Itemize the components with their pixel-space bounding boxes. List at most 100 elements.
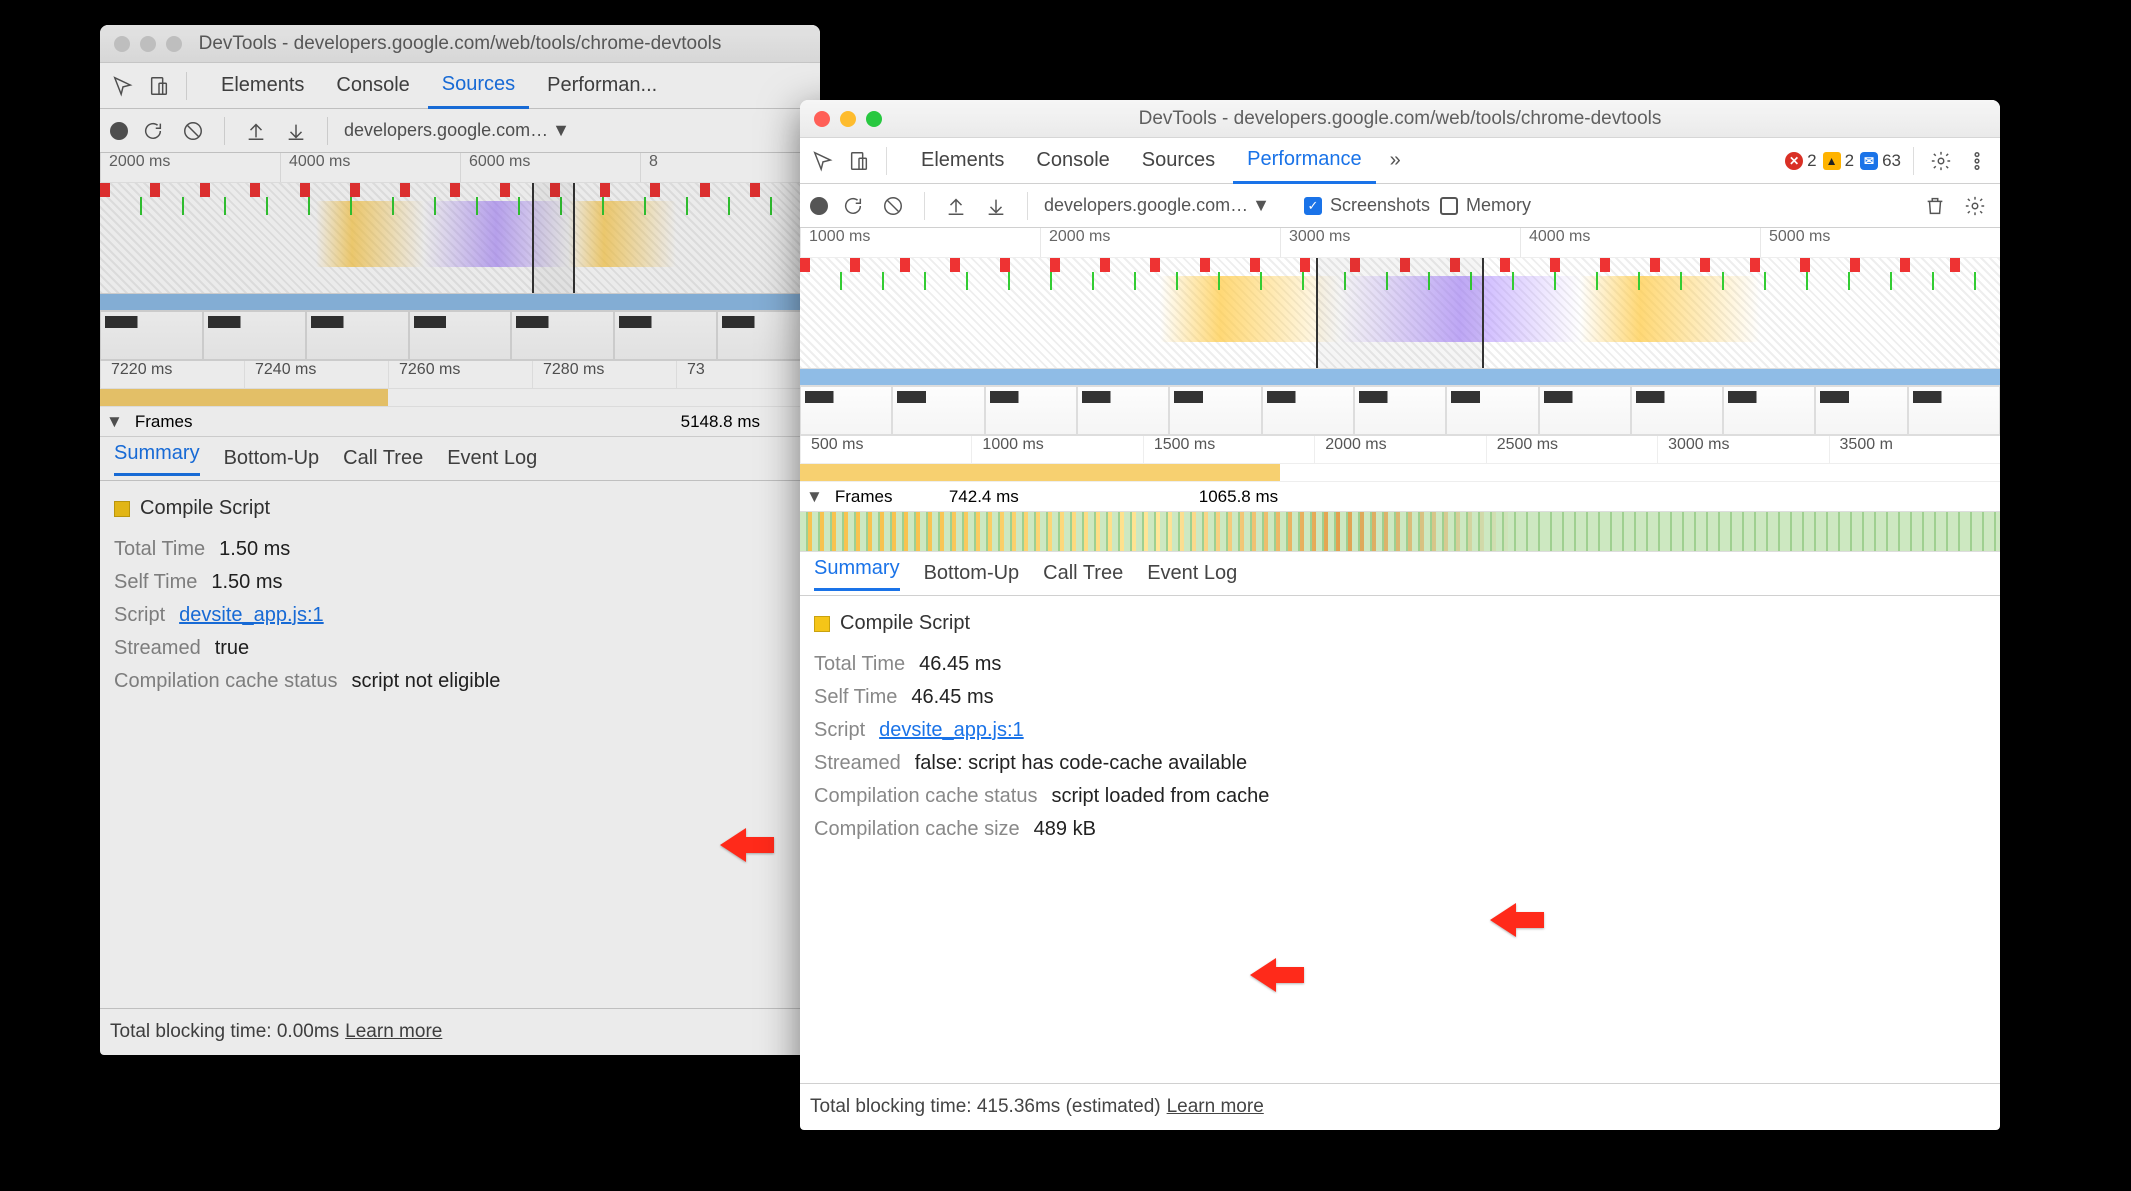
tab-sources[interactable]: Sources [428, 63, 529, 109]
d [1913, 147, 1914, 175]
tab-eventlog[interactable]: Event Log [1147, 562, 1237, 585]
selection-box[interactable] [532, 183, 575, 293]
frames-label: Frames [829, 487, 949, 507]
record-button[interactable] [810, 197, 828, 215]
k-self: Self Time [814, 686, 897, 709]
screenshots-checkbox[interactable]: ✓ Screenshots [1304, 195, 1430, 216]
k-script: Script [814, 719, 865, 742]
trash-icon[interactable] [1920, 191, 1950, 221]
device-mode-icon[interactable] [844, 146, 874, 176]
download-icon[interactable] [981, 191, 1011, 221]
profile-selector[interactable]: developers.google.com… ▼ [1044, 195, 1270, 216]
reload-icon[interactable] [838, 191, 868, 221]
net-track [800, 368, 2000, 386]
tab-calltree[interactable]: Call Tree [343, 447, 423, 470]
tab-console[interactable]: Console [322, 64, 423, 107]
screenshot-strip[interactable] [100, 311, 820, 361]
tab-performance[interactable]: Performance [1233, 138, 1376, 184]
inspect-icon[interactable] [808, 146, 838, 176]
frames-row[interactable]: ▼ Frames 5148.8 ms [100, 407, 820, 437]
device-mode-icon[interactable] [144, 71, 174, 101]
clear-icon[interactable] [178, 116, 208, 146]
tab-eventlog[interactable]: Event Log [447, 447, 537, 470]
tab-performance[interactable]: Performan... [533, 64, 671, 107]
tick: 2000 ms [1040, 228, 1280, 257]
frames-row[interactable]: ▼ Frames 742.4 ms 1065.8 ms [800, 482, 2000, 512]
settings-gear-icon[interactable] [1926, 146, 1956, 176]
memory-label: Memory [1466, 195, 1531, 216]
k-ccsize: Compilation cache size [814, 818, 1020, 841]
screenshot-strip[interactable] [800, 386, 2000, 436]
k-script: Script [114, 604, 165, 627]
download-icon[interactable] [281, 116, 311, 146]
reload-icon[interactable] [138, 116, 168, 146]
tab-bottomup[interactable]: Bottom-Up [924, 562, 1020, 585]
learn-more-link[interactable]: Learn more [1167, 1096, 1264, 1118]
tab-sources[interactable]: Sources [1128, 139, 1229, 182]
tab-elements[interactable]: Elements [207, 64, 318, 107]
warning-count[interactable]: ▲2 [1823, 151, 1854, 171]
v-total: 46.45 ms [919, 653, 1001, 676]
learn-more-link[interactable]: Learn more [345, 1021, 442, 1043]
clear-icon[interactable] [878, 191, 908, 221]
event-name: Compile Script [140, 497, 270, 520]
tab-summary[interactable]: Summary [114, 442, 200, 476]
divider [186, 72, 187, 100]
script-link[interactable]: devsite_app.js:1 [179, 604, 324, 627]
k-streamed: Streamed [814, 752, 901, 775]
devtools-window-back: DevTools - developers.google.com/web/too… [100, 25, 820, 1055]
v-total: 1.50 ms [219, 538, 290, 561]
error-icon: ✕ [1785, 152, 1803, 170]
script-link[interactable]: devsite_app.js:1 [879, 719, 1024, 742]
selection-box[interactable] [1316, 258, 1484, 368]
dropdown-icon: ▼ [1252, 195, 1270, 216]
upload-icon[interactable] [941, 191, 971, 221]
tab-elements[interactable]: Elements [907, 139, 1018, 182]
tab-calltree[interactable]: Call Tree [1043, 562, 1123, 585]
message-icon: ✉ [1860, 152, 1878, 170]
tick: 2500 ms [1486, 436, 1657, 463]
overview-graph[interactable] [100, 183, 820, 293]
titlebar[interactable]: DevTools - developers.google.com/web/too… [800, 100, 2000, 138]
error-count[interactable]: ✕2 [1785, 151, 1816, 171]
message-count[interactable]: ✉63 [1860, 151, 1901, 171]
inspect-icon[interactable] [108, 71, 138, 101]
overview-graph[interactable] [800, 258, 2000, 368]
more-tabs-icon[interactable]: » [1382, 149, 1409, 172]
profile-selector[interactable]: developers.google.com… ▼ [344, 120, 570, 141]
tick: 7280 ms [532, 361, 676, 388]
overview-ruler: 1000 ms 2000 ms 3000 ms 4000 ms 5000 ms [800, 228, 2000, 258]
tick: 7240 ms [244, 361, 388, 388]
flame-main[interactable] [100, 389, 820, 407]
msg-num: 63 [1882, 151, 1901, 171]
footer: Total blocking time: 0.00ms Learn more [100, 1008, 820, 1055]
more-icon[interactable] [1962, 146, 1992, 176]
expand-icon[interactable]: ▼ [100, 412, 129, 432]
tick: 4000 ms [280, 153, 460, 182]
main-toolbar: Elements Console Sources Performan... [100, 63, 820, 109]
record-button[interactable] [110, 122, 128, 140]
tick: 2000 ms [1314, 436, 1485, 463]
timeline-overview[interactable]: 2000 ms 4000 ms 6000 ms 8 [100, 153, 820, 361]
flame-ruler: 7220 ms 7240 ms 7260 ms 7280 ms 73 [100, 361, 820, 389]
v-self: 1.50 ms [211, 571, 282, 594]
summary-panel: Compile Script Total Time46.45 ms Self T… [800, 596, 2000, 1083]
v-ccs: script not eligible [351, 670, 500, 693]
tab-summary[interactable]: Summary [814, 557, 900, 591]
titlebar[interactable]: DevTools - developers.google.com/web/too… [100, 25, 820, 63]
capture-settings-gear-icon[interactable] [1960, 191, 1990, 221]
tick: 1500 ms [1143, 436, 1314, 463]
perf-subtoolbar: developers.google.com… ▼ ✓ Screenshots M… [800, 184, 2000, 228]
tab-bottomup[interactable]: Bottom-Up [224, 447, 320, 470]
tick: 3500 m [1829, 436, 2000, 463]
d [886, 147, 887, 175]
memory-checkbox[interactable]: Memory [1440, 195, 1531, 216]
panel-tabs: Elements Console Sources Performance [907, 138, 1376, 184]
expand-icon[interactable]: ▼ [800, 487, 829, 507]
flame-stack[interactable] [800, 512, 2000, 552]
tab-console[interactable]: Console [1022, 139, 1123, 182]
timeline-overview[interactable]: 1000 ms 2000 ms 3000 ms 4000 ms 5000 ms … [800, 228, 2000, 436]
flame-main[interactable] [800, 464, 2000, 482]
upload-icon[interactable] [241, 116, 271, 146]
net-track [100, 293, 820, 311]
